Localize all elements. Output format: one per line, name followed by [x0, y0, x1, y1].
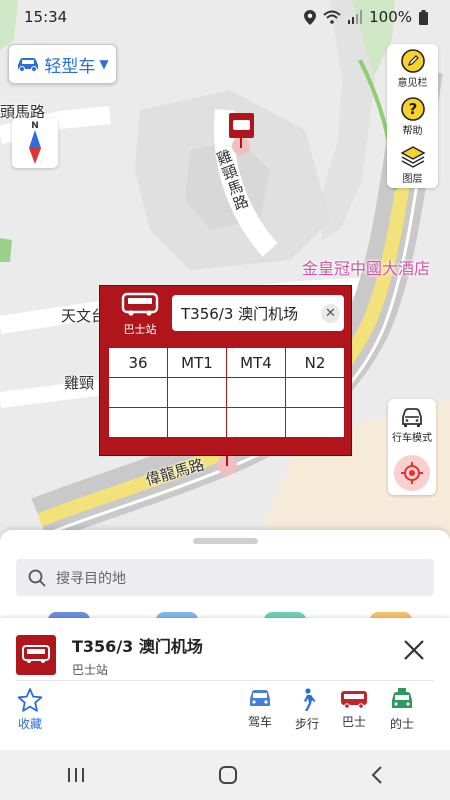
bus-stop-badge: [16, 635, 56, 675]
stop-name-box: T356/3 澳门机场 ✕: [172, 295, 344, 331]
stop-title: T356/3 澳门机场: [72, 637, 203, 656]
feedback-icon: [400, 48, 425, 73]
bus-stop-popup: 巴士站 T356/3 澳门机场 ✕ 36 MT1 MT4 N2: [99, 285, 352, 456]
help-button[interactable]: ? 帮助: [387, 92, 438, 140]
action-label: 步行: [294, 717, 319, 731]
action-label: 驾车: [247, 715, 272, 729]
search-input[interactable]: 搜寻目的地: [16, 559, 434, 596]
bus-icon: [121, 292, 159, 316]
tool-label: 帮助: [402, 125, 423, 137]
action-label: 的士: [389, 717, 414, 731]
route-cell[interactable]: MT4: [227, 348, 285, 377]
battery-percent: 100%: [369, 8, 412, 26]
action-label: 巴士: [341, 715, 366, 729]
bus-icon: [22, 645, 50, 663]
help-icon: ?: [400, 96, 425, 121]
route-grid: 36 MT1 MT4 N2: [109, 348, 344, 437]
locate-me-button[interactable]: [394, 455, 430, 491]
back-icon[interactable]: [370, 765, 384, 785]
tool-label: 意见栏: [397, 77, 428, 89]
route-cell: [168, 408, 226, 437]
car-icon: [18, 58, 39, 72]
drive-mode-panel: 行车模式: [388, 399, 436, 495]
system-nav-bar: [0, 750, 450, 800]
wifi-icon: [323, 10, 341, 24]
signal-icon: [348, 10, 363, 24]
favorite-button[interactable]: 收藏: [8, 688, 52, 732]
tool-label: 图层: [402, 173, 423, 185]
divider: [16, 680, 434, 681]
layers-button[interactable]: 图层: [387, 140, 438, 188]
location-icon: [304, 9, 317, 25]
status-bar: 15:34 100%: [0, 0, 450, 34]
road-label: 雞頸: [64, 374, 95, 392]
walk-button[interactable]: 步行: [285, 688, 329, 732]
favorite-label: 收藏: [17, 717, 42, 731]
crosshair-icon: [401, 462, 423, 484]
route-cell: [168, 378, 226, 407]
stop-subtitle: 巴士站: [72, 663, 109, 677]
hotel-label[interactable]: 金皇冠中國大酒店: [302, 255, 430, 279]
route-cell: [109, 408, 167, 437]
recent-apps-icon[interactable]: [66, 766, 86, 784]
battery-icon: [419, 9, 428, 25]
route-cell: [227, 408, 285, 437]
home-icon[interactable]: [218, 765, 238, 785]
stop-name: T356/3 澳门机场: [181, 304, 299, 323]
walk-icon: [304, 688, 316, 711]
vehicle-type-dropdown[interactable]: 轻型车 ▼: [8, 44, 117, 84]
svg-text:?: ?: [408, 100, 417, 118]
compass[interactable]: N: [12, 118, 58, 168]
route-cell: [286, 408, 344, 437]
layers-icon: [400, 145, 425, 168]
close-icon[interactable]: ✕: [321, 304, 340, 323]
map-tools-panel: 意见栏 ? 帮助 图层: [387, 44, 438, 188]
bus-stop-type-label: 巴士站: [123, 323, 157, 336]
star-icon: [17, 688, 43, 712]
bus-button[interactable]: 巴士: [332, 688, 376, 730]
drive-mode-label: 行车模式: [392, 432, 432, 444]
feedback-button[interactable]: 意见栏: [387, 44, 438, 92]
route-cell: [109, 378, 167, 407]
car-front-icon: [402, 407, 422, 427]
close-icon[interactable]: [400, 636, 428, 664]
stop-detail-panel: T356/3 澳门机场 巴士站 收藏 驾车 步行 巴士 的士: [0, 618, 450, 750]
search-placeholder: 搜寻目的地: [56, 570, 126, 587]
car-icon: [250, 690, 270, 706]
status-time: 15:34: [24, 8, 68, 26]
sheet-drag-handle[interactable]: [193, 538, 258, 544]
chevron-down-icon: ▼: [99, 57, 109, 71]
vehicle-type-label: 轻型车: [44, 56, 96, 77]
drive-mode-button[interactable]: 行车模式: [388, 399, 436, 451]
search-icon: [28, 569, 46, 587]
drive-button[interactable]: 驾车: [238, 688, 282, 730]
compass-north-label: N: [31, 121, 39, 131]
map-view[interactable]: 頭馬路 雞頸馬路 天文台 雞頸 偉龍馬路 金皇冠中國大酒店: [0, 0, 450, 560]
bus-stop-badge: 巴士站: [108, 292, 172, 340]
route-cell[interactable]: 36: [109, 348, 167, 377]
route-cell: [227, 378, 285, 407]
bus-icon: [341, 691, 367, 709]
route-cell: [286, 378, 344, 407]
taxi-button[interactable]: 的士: [380, 688, 424, 732]
taxi-icon: [392, 688, 412, 708]
route-cell[interactable]: N2: [286, 348, 344, 377]
map-background: [0, 0, 450, 560]
route-cell[interactable]: MT1: [168, 348, 226, 377]
